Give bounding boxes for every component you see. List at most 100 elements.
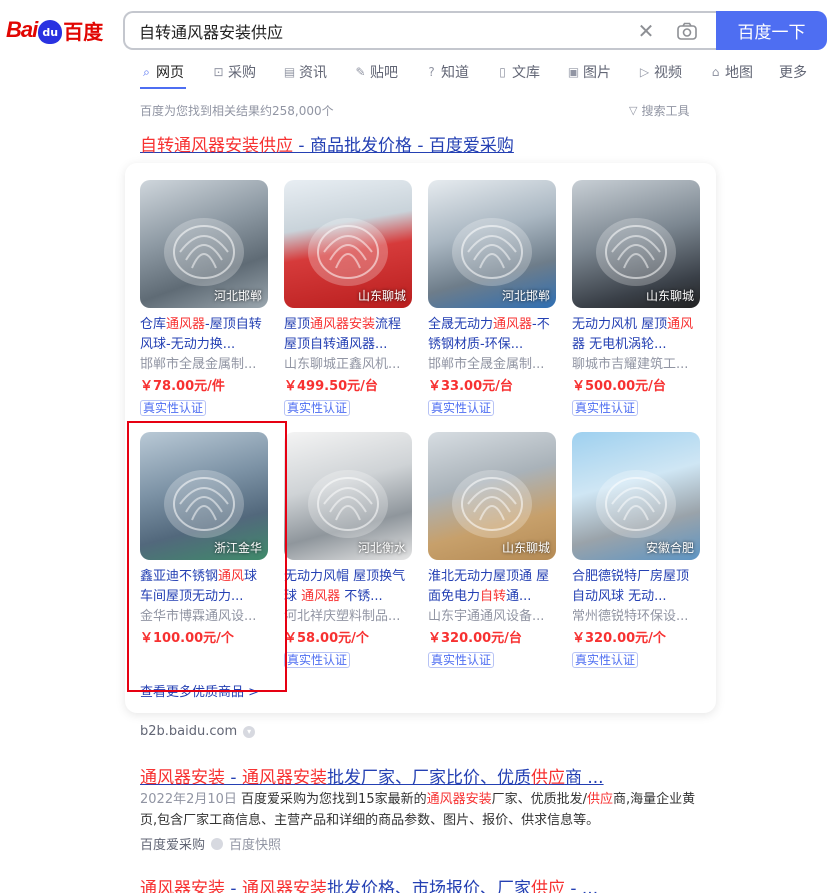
verified-badge: 真实性认证 <box>284 652 351 668</box>
product-image[interactable]: 河北邯郸 <box>428 180 556 308</box>
search-input[interactable] <box>139 21 609 41</box>
result-title-2[interactable]: 通风器安装 - 通风器安装批发厂家、厂家比价、优质供应商 ... <box>140 763 604 788</box>
product-name[interactable]: 淮北无动力屋顶通 屋面免电力自转通... <box>428 567 556 607</box>
title-text: - <box>225 879 242 893</box>
shop-name[interactable]: 邯郸市全晟金属制... <box>140 355 268 375</box>
title-text: 批发价格、市场报价、厂家 <box>326 879 531 893</box>
verified-badge: 真实性认证 <box>428 652 495 668</box>
tab-4[interactable]: ? 知道 <box>425 62 469 82</box>
product-name[interactable]: 屋顶通风器安装流程 屋顶自转通风器... <box>284 315 412 355</box>
tab-2[interactable]: ▤ 资讯 <box>283 62 327 82</box>
tab-label: 地图 <box>725 65 753 81</box>
close-icon[interactable]: ✕ <box>635 20 657 42</box>
paw-icon: du <box>38 20 63 44</box>
product-name[interactable]: 无动力风机 屋顶通风器 无电机涡轮... <box>572 315 700 355</box>
title-text: 商 ... <box>564 768 604 788</box>
product-item[interactable]: 河北衡水无动力风帽 屋顶换气球 通风器 不锈... 河北祥庆塑料制品... ￥58.… <box>284 432 414 668</box>
shop-name[interactable]: 山东宇通通风设备... <box>428 607 556 627</box>
product-name[interactable]: 无动力风帽 屋顶换气球 通风器 不锈... <box>284 567 412 607</box>
name-highlight: 自转 <box>480 589 507 604</box>
shop-name[interactable]: 邯郸市全晟金属制... <box>428 355 556 375</box>
location-label: 河北邯郸 <box>501 289 550 303</box>
source-url[interactable]: b2b.baidu.com <box>140 724 237 739</box>
title-highlight: 供应 <box>530 879 565 893</box>
purchase-icon: ⊡ <box>213 65 224 79</box>
name-text: 全晟无动力 <box>428 317 494 332</box>
tab-3[interactable]: ✎ 贴吧 <box>354 62 398 82</box>
product-image[interactable]: 安徽合肥 <box>572 432 700 560</box>
product-price: ￥58.00元/个 <box>284 631 369 646</box>
product-item[interactable]: 山东聊城屋顶通风器安装流程 屋顶自转通风器... 山东聊城正鑫风机... ￥499.… <box>284 180 414 416</box>
product-name[interactable]: 合肥德锐特厂房屋顶自动风球 无动... <box>572 567 700 607</box>
product-image[interactable]: 河北邯郸 <box>140 180 268 308</box>
title-text: - ... <box>564 879 599 893</box>
product-name[interactable]: 全晟无动力通风器-不锈钢材质-环保... <box>428 315 556 355</box>
product-item[interactable]: 安徽合肥合肥德锐特厂房屋顶自动风球 无动... 常州德锐特环保设... ￥320.0… <box>572 432 702 668</box>
snippet-text: 百度爱采购为您找到15家最新的 <box>241 792 427 807</box>
shop-name[interactable]: 河北祥庆塑料制品... <box>284 607 412 627</box>
name-highlight: 通风 <box>667 317 694 332</box>
doc-icon: ▯ <box>499 65 506 79</box>
name-text: 屋顶 <box>284 317 311 332</box>
camera-icon[interactable] <box>676 21 698 41</box>
name-text: 无动力风机 屋顶 <box>572 317 668 332</box>
product-item[interactable]: 河北邯郸 全晟无动力通风器-不锈钢材质-环保... 邯郸市全晟金属制... ￥33.0… <box>428 180 558 416</box>
product-price: ￥499.50元/台 <box>284 379 378 394</box>
tab-0[interactable]: ⌕ 网页 <box>140 62 184 82</box>
location-label: 安徽合肥 <box>645 541 694 555</box>
tab-9[interactable]: 更多 <box>779 62 807 82</box>
source-name[interactable]: 百度爱采购 <box>140 834 205 853</box>
product-image[interactable]: 山东聊城 <box>572 180 700 308</box>
name-text: 合肥德锐特厂房屋顶自动风球 无动... <box>572 569 690 604</box>
product-item[interactable]: 山东聊城淮北无动力屋顶通 屋面免电力自转通... 山东宇通通风设备... ￥320.… <box>428 432 558 668</box>
tab-1[interactable]: ⊡ 采购 <box>212 62 256 82</box>
result-source: b2b.baidu.com ▾ <box>140 724 256 739</box>
tab-8[interactable]: ⌂ 地图 <box>709 62 753 82</box>
tab-label: 视频 <box>654 65 682 81</box>
tab-label: 文库 <box>512 65 540 81</box>
shop-name[interactable]: 聊城市吉耀建筑工... <box>572 355 700 375</box>
tab-5[interactable]: ▯ 文库 <box>496 62 540 82</box>
product-price: ￥320.00元/台 <box>428 631 522 646</box>
name-highlight: 通风器 <box>493 317 533 332</box>
product-price: ￥320.00元/个 <box>572 631 666 646</box>
filter-icon: ▽ <box>629 104 638 117</box>
tieba-icon: ✎ <box>355 65 366 79</box>
name-text: 通... <box>506 589 532 604</box>
title-text: - 商品批发价格 - 百度爱采购 <box>293 136 514 156</box>
shop-name[interactable]: 常州德锐特环保设... <box>572 607 700 627</box>
result-title-3[interactable]: 通风器安装 - 通风器安装批发价格、市场报价、厂家供应 - ... <box>140 874 598 893</box>
search-tools-button[interactable]: ▽ 搜索工具 <box>629 102 689 119</box>
video-icon: ▷ <box>639 65 650 79</box>
baidu-logo[interactable]: Bai du 百度 <box>6 12 110 48</box>
product-item[interactable]: 河北邯郸 仓库通风器-屋顶自转风球-无动力换... 邯郸市全晟金属制... ￥78.0… <box>140 180 270 416</box>
verified-badge: 真实性认证 <box>284 400 351 416</box>
result-title[interactable]: 自转通风器安装供应 - 商品批发价格 - 百度爱采购 <box>140 131 514 156</box>
title-highlight: 供应 <box>530 768 565 788</box>
shop-name[interactable]: 山东聊城正鑫风机... <box>284 355 412 375</box>
result-count: 百度为您找到相关结果约258,000个 <box>140 104 334 118</box>
chevron-down-icon[interactable]: ▾ <box>243 725 256 738</box>
map-icon: ⌂ <box>711 65 720 79</box>
news-icon: ▤ <box>283 65 296 79</box>
snippet-highlight: 供应 <box>587 792 614 807</box>
tab-7[interactable]: ▷ 视频 <box>638 62 682 82</box>
title-highlight: 通风器安装 <box>140 768 225 788</box>
product-name[interactable]: 仓库通风器-屋顶自转风球-无动力换... <box>140 315 268 355</box>
location-label: 山东聊城 <box>501 541 550 555</box>
product-image[interactable]: 河北衡水 <box>284 432 412 560</box>
title-highlight: 通风器安装 <box>140 879 225 893</box>
image-icon: ▣ <box>567 65 580 79</box>
snippet-highlight: 通风器安装 <box>426 792 492 807</box>
product-item[interactable]: 山东聊城 无动力风机 屋顶通风器 无电机涡轮... 聊城市吉耀建筑工... ￥500.… <box>572 180 702 416</box>
search-button[interactable]: 百度一下 <box>716 11 827 50</box>
snapshot-link[interactable]: 百度快照 <box>229 834 281 853</box>
title-highlight: 通风器安装 <box>241 879 327 893</box>
name-highlight: 通风器安装 <box>310 317 376 332</box>
product-image[interactable]: 山东聊城 <box>428 432 556 560</box>
product-image[interactable]: 山东聊城 <box>284 180 412 308</box>
tab-6[interactable]: ▣ 图片 <box>567 62 611 82</box>
highlight-box <box>127 421 287 692</box>
verified-badge: 真实性认证 <box>572 652 639 668</box>
tab-label: 贴吧 <box>370 65 398 81</box>
